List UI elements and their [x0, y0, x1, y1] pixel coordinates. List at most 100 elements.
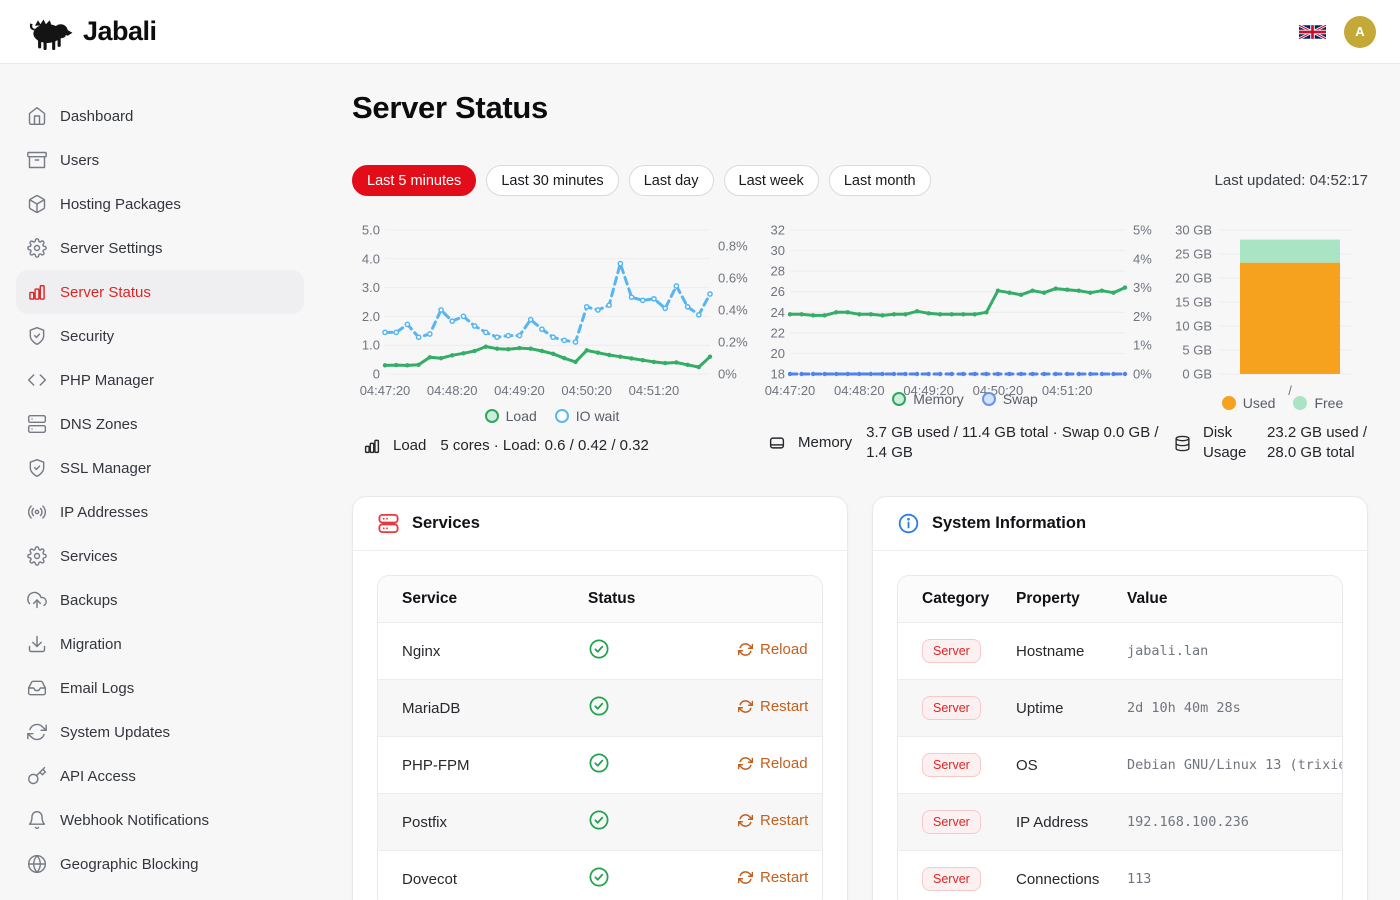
system-row-ip-address: ServerIP Address192.168.100.236 — [898, 794, 1342, 851]
service-status — [564, 623, 714, 680]
sidebar-item-backups[interactable]: Backups — [16, 578, 304, 622]
user-avatar[interactable]: A — [1344, 16, 1376, 48]
filter-last-week[interactable]: Last week — [724, 165, 819, 196]
globe-icon — [27, 854, 47, 874]
users-icon — [27, 150, 47, 170]
status-ok-icon — [588, 809, 610, 831]
svg-text:04:49:20: 04:49:20 — [494, 383, 545, 398]
svg-text:5.0: 5.0 — [362, 223, 380, 238]
service-name: MariaDB — [378, 680, 564, 737]
services-column-header: Service — [378, 576, 564, 623]
sidebar-item-geographic-blocking[interactable]: Geographic Blocking — [16, 842, 304, 886]
sidebar-item-ip-addresses[interactable]: IP Addresses — [16, 490, 304, 534]
sidebar-item-dns-zones[interactable]: DNS Zones — [16, 402, 304, 446]
sidebar-item-users[interactable]: Users — [16, 138, 304, 182]
refresh-icon — [738, 699, 753, 714]
svg-text:1%: 1% — [1133, 338, 1152, 353]
home-icon — [27, 106, 47, 126]
sidebar-item-server-status[interactable]: Server Status — [16, 270, 304, 314]
sidebar-item-email-logs[interactable]: Email Logs — [16, 666, 304, 710]
service-action-restart[interactable]: Restart — [738, 812, 808, 829]
svg-text:15 GB: 15 GB — [1175, 295, 1212, 310]
sidebar-item-api-access[interactable]: API Access — [16, 754, 304, 798]
disk-summary: Disk Usage 23.2 GB used / 28.0 GB total — [1174, 423, 1379, 463]
load-summary-label: Load — [393, 436, 426, 456]
refresh-icon — [738, 813, 753, 828]
sidebar-item-services[interactable]: Services — [16, 534, 304, 578]
filter-last-day[interactable]: Last day — [629, 165, 714, 196]
system-card-title: System Information — [932, 514, 1086, 533]
system-column-header: Value — [1103, 576, 1342, 623]
disk-chart: 0 GB5 GB10 GB15 GB20 GB25 GB30 GB/ UsedF… — [1170, 215, 1395, 406]
status-ok-icon — [588, 752, 610, 774]
sidebar-item-label: Email Logs — [60, 680, 134, 697]
status-ok-icon — [588, 866, 610, 888]
service-action-restart[interactable]: Restart — [738, 869, 808, 886]
brand: Jabali — [24, 13, 157, 51]
filter-last-30-minutes[interactable]: Last 30 minutes — [486, 165, 618, 196]
system-row-hostname: ServerHostnamejabali.lan — [898, 623, 1342, 680]
language-flag-icon[interactable] — [1299, 23, 1326, 41]
sidebar-item-dashboard[interactable]: Dashboard — [16, 94, 304, 138]
legend-item-load: Load — [485, 408, 537, 424]
sidebar-item-label: Security — [60, 328, 114, 345]
category-badge: Server — [922, 696, 981, 720]
disk-summary-value: 23.2 GB used / 28.0 GB total — [1267, 423, 1379, 463]
sidebar-item-label: Server Settings — [60, 240, 163, 257]
sidebar-item-migration[interactable]: Migration — [16, 622, 304, 666]
svg-text:18: 18 — [771, 367, 785, 382]
server-status-page: { "header": { "brand": "Jabali", "avatar… — [0, 0, 1400, 900]
svg-text:4.0: 4.0 — [362, 251, 380, 266]
svg-text:28: 28 — [771, 264, 785, 279]
system-information-table: CategoryPropertyValue ServerHostnamejaba… — [898, 576, 1342, 900]
svg-text:0%: 0% — [1133, 367, 1152, 382]
service-name: Postfix — [378, 794, 564, 851]
hard-drive-icon — [768, 434, 786, 452]
sidebar-item-label: Geographic Blocking — [60, 856, 198, 873]
property-value: 192.168.100.236 — [1103, 794, 1342, 851]
sidebar-item-system-updates[interactable]: System Updates — [16, 710, 304, 754]
svg-text:5 GB: 5 GB — [1182, 343, 1212, 358]
database-icon — [1174, 435, 1191, 452]
load-summary-value: 5 cores · Load: 0.6 / 0.42 / 0.32 — [440, 436, 648, 456]
load-summary: Load 5 cores · Load: 0.6 / 0.42 / 0.32 — [363, 436, 649, 456]
sidebar-item-label: Services — [60, 548, 118, 565]
sidebar: Dashboard UsersHosting Packages Server Set… — [0, 64, 320, 900]
top-header: Jabali A — [0, 0, 1400, 64]
brand-name: Jabali — [83, 16, 157, 47]
sidebar-item-php-manager[interactable]: PHP Manager — [16, 358, 304, 402]
service-name: Nginx — [378, 623, 564, 680]
filter-last-5-minutes[interactable]: Last 5 minutes — [352, 165, 476, 196]
svg-text:2.0: 2.0 — [362, 309, 380, 324]
property-value: 2d 10h 40m 28s — [1103, 680, 1342, 737]
services-card: Services ServiceStatus NginxReloadMariaD… — [352, 496, 848, 900]
service-action-reload[interactable]: Reload — [738, 755, 808, 772]
system-row-uptime: ServerUptime2d 10h 40m 28s — [898, 680, 1342, 737]
sidebar-item-security[interactable]: Security — [16, 314, 304, 358]
sidebar-item-server-settings[interactable]: Server Settings — [16, 226, 304, 270]
sidebar-item-webhook-notifications[interactable]: Webhook Notifications — [16, 798, 304, 842]
info-icon — [897, 512, 920, 535]
property-value: jabali.lan — [1103, 623, 1342, 680]
load-chart-legend: LoadIO wait — [352, 408, 752, 424]
svg-text:32: 32 — [771, 223, 785, 238]
sidebar-item-hosting-packages[interactable]: Hosting Packages — [16, 182, 304, 226]
service-status — [564, 851, 714, 900]
server-stack-icon — [377, 512, 400, 535]
svg-text:2%: 2% — [1133, 309, 1152, 324]
legend-item-free: Free — [1293, 395, 1343, 411]
sidebar-item-ssl-manager[interactable]: SSL Manager — [16, 446, 304, 490]
svg-text:0.8%: 0.8% — [718, 239, 748, 254]
sidebar-item-label: Dashboard — [60, 108, 133, 125]
system-information-card: System Information CategoryPropertyValue… — [872, 496, 1368, 900]
service-action-restart[interactable]: Restart — [738, 698, 808, 715]
svg-text:1.0: 1.0 — [362, 338, 380, 353]
status-ok-icon — [588, 638, 610, 660]
cloud-upload-icon — [27, 590, 47, 610]
service-row-php-fpm: PHP-FPMReload — [378, 737, 822, 794]
sidebar-item-label: API Access — [60, 768, 136, 785]
filter-last-month[interactable]: Last month — [829, 165, 931, 196]
legend-item-memory: Memory — [892, 391, 964, 407]
svg-text:20: 20 — [771, 346, 785, 361]
service-action-reload[interactable]: Reload — [738, 641, 808, 658]
